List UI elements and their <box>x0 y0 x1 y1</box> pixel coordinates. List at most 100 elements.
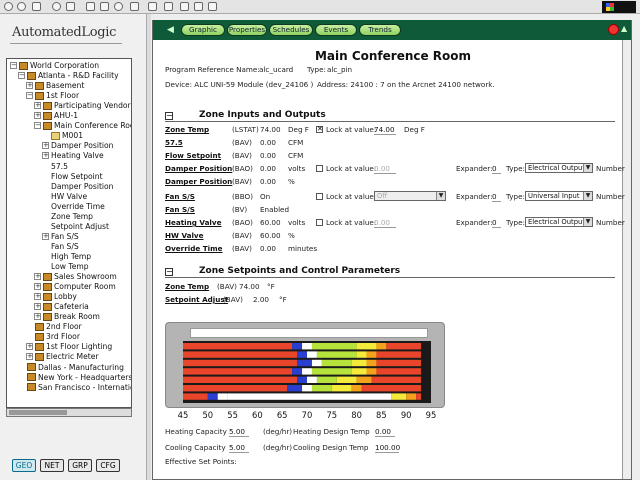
tree-item-label[interactable]: M001 <box>62 131 83 140</box>
tab-properties[interactable]: Properties <box>227 24 267 36</box>
back-icon[interactable] <box>4 2 13 11</box>
tab-schedules[interactable]: Schedules <box>269 24 313 36</box>
tab-graphic[interactable]: Graphic <box>181 24 225 36</box>
tree-expander-icon[interactable]: − <box>26 92 33 100</box>
tab-net[interactable]: NET <box>40 459 64 472</box>
tree-expander-icon[interactable]: + <box>34 273 41 281</box>
stop-icon[interactable] <box>32 2 41 11</box>
lock-value-field[interactable]: 0.00 <box>374 218 396 228</box>
tree-expander-icon[interactable]: + <box>26 343 33 351</box>
tree-item-label[interactable]: Zone Temp <box>51 212 93 221</box>
messenger-icon[interactable] <box>194 2 203 11</box>
point-name-link[interactable]: Zone Temp <box>165 125 209 134</box>
io-type-select[interactable]: Universal Input ▼ <box>525 191 593 201</box>
tree-item-label[interactable]: San Francisco - International <box>38 383 131 392</box>
tree-item-label[interactable]: Cafeteria <box>54 302 89 311</box>
tree-item-label[interactable]: Basement <box>46 81 84 90</box>
tree-expander-icon[interactable]: − <box>10 62 17 69</box>
lock-value-select[interactable]: Off ▼ <box>374 191 446 201</box>
alarm-icon[interactable] <box>608 24 619 35</box>
tree-item-label[interactable]: Flow Setpoint <box>51 172 103 181</box>
tree-item-label[interactable]: Override Time <box>51 202 105 211</box>
point-name-link[interactable]: Fan S/S <box>165 205 195 214</box>
tree-item-label[interactable]: 57.5 <box>51 162 68 171</box>
word-icon[interactable] <box>180 2 189 11</box>
home-icon[interactable] <box>66 2 75 11</box>
expander-value[interactable]: 0 <box>492 218 501 228</box>
tree-item-label[interactable]: Setpoint Adjust <box>51 222 109 231</box>
lock-checkbox[interactable] <box>316 165 323 172</box>
navigation-tree[interactable]: − World Corporation − Atlanta - R&D Facilit… <box>6 58 132 408</box>
lock-value-field[interactable]: 0.00 <box>374 164 396 174</box>
tree-item-label[interactable]: High Temp <box>51 252 91 261</box>
tree-item-label[interactable]: Fan S/S <box>51 232 79 241</box>
tree-expander-icon[interactable]: + <box>34 313 41 321</box>
tree-item-label[interactable]: Main Conference Room <box>54 121 131 130</box>
tree-expander-icon[interactable]: + <box>42 142 49 150</box>
heating-design-value[interactable]: 0.00 <box>375 427 395 437</box>
point-name-link[interactable]: Damper Position <box>165 164 232 173</box>
tree-item-label[interactable]: Break Room <box>54 312 100 321</box>
tree-expander-icon[interactable]: − <box>34 122 41 130</box>
tab-cfg[interactable]: CFG <box>96 459 120 472</box>
tree-item-label[interactable]: World Corporation <box>30 61 99 70</box>
tree-item-label[interactable]: 3rd Floor <box>46 332 80 341</box>
dropdown-arrow-icon[interactable]: ▼ <box>583 218 592 226</box>
search-icon[interactable] <box>86 2 95 11</box>
point-name-link[interactable]: Fan S/S <box>165 192 195 201</box>
lock-checkbox[interactable] <box>316 219 323 226</box>
tree-item-label[interactable]: HW Valve <box>51 192 87 201</box>
tree-item-label[interactable]: Fan S/S <box>51 242 79 251</box>
tree-expander-icon[interactable]: − <box>18 72 25 80</box>
tree-expander-icon[interactable]: + <box>34 102 41 110</box>
edit-icon[interactable] <box>164 2 173 11</box>
tree-item-label[interactable]: Participating Vendors <box>54 101 131 110</box>
tree-expander-icon[interactable]: + <box>34 112 41 120</box>
tree-item-label[interactable]: Heating Valve <box>51 151 104 160</box>
history-icon[interactable] <box>114 2 123 11</box>
tree-item-label[interactable]: Low Temp <box>51 262 89 271</box>
dropdown-arrow-icon[interactable]: ▼ <box>436 192 445 200</box>
tree-item-label[interactable]: 1st Floor <box>46 91 79 100</box>
dropdown-arrow-icon[interactable]: ▼ <box>583 192 592 200</box>
tree-item-label[interactable]: New York - Headquarters <box>38 373 131 382</box>
setpoint-name-link[interactable]: Setpoint Adjust <box>165 295 228 304</box>
lock-checkbox[interactable]: ✕ <box>316 126 323 133</box>
expander-value[interactable]: 0 <box>492 164 501 174</box>
point-name-link[interactable]: Heating Valve <box>165 218 221 227</box>
page-vertical-scrollbar[interactable] <box>622 40 631 479</box>
tree-expander-icon[interactable]: + <box>34 303 41 311</box>
cooling-design-value[interactable]: 100.00 <box>375 443 400 453</box>
tree-expander-icon[interactable]: + <box>42 152 49 160</box>
setpoint-name-link[interactable]: Zone Temp <box>165 282 209 291</box>
tree-item-label[interactable]: Sales Showroom <box>54 272 117 281</box>
forward-icon[interactable] <box>17 2 26 11</box>
refresh-icon[interactable] <box>52 2 61 11</box>
tree-expander-icon[interactable]: + <box>26 82 33 90</box>
tab-geo[interactable]: GEO <box>12 459 36 472</box>
tab-grp[interactable]: GRP <box>68 459 92 472</box>
lock-checkbox[interactable] <box>316 193 323 200</box>
point-name-link[interactable]: 57.5 <box>165 138 183 147</box>
tree-item-label[interactable]: Lobby <box>54 292 77 301</box>
tree-item-label[interactable]: 1st Floor Lighting <box>46 342 112 351</box>
collapse-inputs-icon[interactable]: − <box>165 112 173 120</box>
tab-events[interactable]: Events <box>315 24 357 36</box>
tree-item-label[interactable]: 2nd Floor <box>46 322 82 331</box>
tree-expander-icon[interactable]: + <box>26 353 33 361</box>
collapse-setpoints-icon[interactable]: − <box>165 268 173 276</box>
point-name-link[interactable]: Damper Position <box>165 177 232 186</box>
print-icon[interactable] <box>148 2 157 11</box>
point-name-link[interactable]: Override Time <box>165 244 222 253</box>
tree-item-label[interactable]: Dallas - Manufacturing <box>38 363 124 372</box>
tree-expander-icon[interactable]: + <box>42 232 49 240</box>
tree-item-label[interactable]: Electric Meter <box>46 352 99 361</box>
tools-icon[interactable] <box>208 2 217 11</box>
tree-expander-icon[interactable]: + <box>34 293 41 301</box>
help-icon[interactable]: ▲ <box>621 24 629 35</box>
tree-item-label[interactable]: AHU-1 <box>54 111 78 120</box>
back-arrow-icon[interactable]: ◀ <box>167 25 174 35</box>
point-name-link[interactable]: HW Valve <box>165 231 204 240</box>
tree-item-label[interactable]: Damper Position <box>51 141 114 150</box>
tree-expander-icon[interactable]: + <box>34 283 41 291</box>
